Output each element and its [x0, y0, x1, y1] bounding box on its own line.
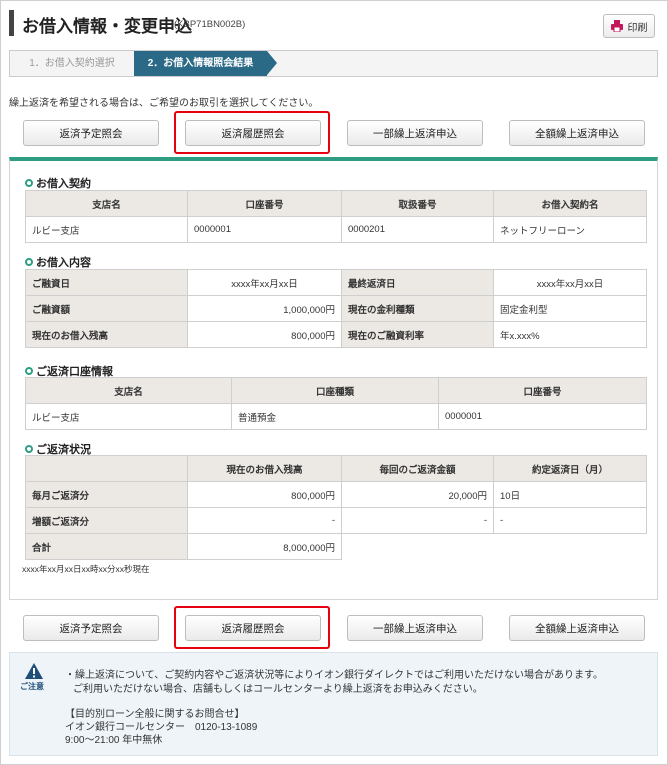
full-prepayment-button[interactable]: 全額繰上返済申込 [509, 120, 645, 146]
repayment-schedule-button[interactable]: 返済予定照会 [23, 615, 159, 641]
label-monthly: 毎月ご返済分 [25, 481, 188, 508]
label-total: 合計 [25, 533, 188, 560]
loan-details-table: ご融資日 xxxx年xx月xx日 最終返済日 xxxx年xx月xx日 ご融資額 … [25, 269, 647, 348]
cell-branch: ルビー支店 [25, 403, 232, 430]
page-header: お借入情報・変更申込 (KBP71BN002B) 印刷 [0, 0, 668, 50]
table-row: 合計 8,000,000円 [25, 533, 647, 560]
value-bonus-payment: - [341, 507, 494, 534]
header-branch: 支店名 [25, 190, 188, 217]
notice-line-1: ・繰上返済について、ご契約内容やご返済状況等によりイオン銀行ダイレクトではご利用… [65, 670, 603, 681]
step-indicator: 1．お借入契約選択 2．お借入情報照会結果 [9, 50, 658, 77]
print-button-label: 印刷 [627, 22, 648, 34]
section-title: お借入契約 [36, 178, 91, 190]
header-branch: 支店名 [25, 377, 232, 404]
value-final-payment-date: xxxx年xx月xx日 [493, 269, 647, 296]
step-2-active: 2．お借入情報照会結果 [134, 51, 277, 76]
table-row: ご融資日 xxxx年xx月xx日 最終返済日 xxxx年xx月xx日 [25, 269, 647, 296]
section-title: お借入内容 [36, 257, 91, 269]
header-payment-day: 約定返済日（月） [493, 455, 647, 482]
action-row-bottom: 返済予定照会 返済履歴照会 一部繰上返済申込 全額繰上返済申込 [0, 615, 668, 645]
table-row: 現在のお借入残高 800,000円 現在のご融資利率 年x.xxx% [25, 321, 647, 348]
label-balance: 現在のお借入残高 [25, 321, 188, 348]
value-bonus-balance: - [187, 507, 342, 534]
warning-icon [25, 663, 43, 679]
bullet-icon [25, 258, 33, 266]
cell-account-type: 普通預金 [231, 403, 439, 430]
cell-account-number: 0000001 [187, 216, 342, 243]
bullet-icon [25, 179, 33, 187]
print-button[interactable]: 印刷 [603, 14, 655, 38]
label-rate-type: 現在の金利種類 [341, 295, 494, 322]
notice-box: ご注意 ・繰上返済について、ご契約内容やご返済状況等によりイオン銀行ダイレクトで… [9, 652, 658, 756]
bullet-icon [25, 367, 33, 375]
cell-account-number: 0000001 [438, 403, 647, 430]
value-monthly-day: 10日 [493, 481, 647, 508]
header-account-number: 口座番号 [438, 377, 647, 404]
header-payment-amount: 毎回のご返済金額 [341, 455, 494, 482]
history-button-highlight [174, 606, 330, 649]
header-current-balance: 現在のお借入残高 [187, 455, 342, 482]
notice-line-2: ご利用いただけない場合、店舗もしくはコールセンターより繰上返済をお申込みください… [73, 684, 483, 695]
notice-label: ご注意 [20, 682, 44, 691]
header-handling-number: 取扱番号 [341, 190, 494, 217]
value-bonus-day: - [493, 507, 647, 534]
value-rate-type: 固定金利型 [493, 295, 647, 322]
repayment-status-table: 現在のお借入残高 毎回のご返済金額 約定返済日（月） 毎月ご返済分 800,00… [25, 455, 647, 560]
bullet-icon [25, 445, 33, 453]
label-final-payment-date: 最終返済日 [341, 269, 494, 296]
page-title: お借入情報・変更申込 [22, 17, 192, 36]
header-blank [25, 455, 188, 482]
value-balance: 800,000円 [187, 321, 342, 348]
table-row: ご融資額 1,000,000円 現在の金利種類 固定金利型 [25, 295, 647, 322]
loan-contract-table: 支店名 口座番号 取扱番号 お借入契約名 ルビー支店 0000001 00002… [25, 190, 647, 243]
label-loan-date: ご融資日 [25, 269, 188, 296]
section-loan-details: お借入内容 [25, 254, 91, 270]
notice-line-5: 9:00～21:00 年中無休 [65, 735, 163, 746]
screen-code: (KBP71BN002B) [174, 19, 246, 30]
action-row-top: 返済予定照会 返済履歴照会 一部繰上返済申込 全額繰上返済申込 [0, 120, 668, 150]
step-1: 1．お借入契約選択 [29, 58, 115, 69]
cell-contract-name: ネットフリーローン [493, 216, 647, 243]
repayment-account-table: 支店名 口座種類 口座番号 ルビー支店 普通預金 0000001 [25, 377, 647, 430]
cell-branch: ルビー支店 [25, 216, 188, 243]
printer-icon [610, 20, 623, 32]
table-row: ルビー支店 0000001 0000201 ネットフリーローン [25, 216, 647, 243]
label-bonus: 増額ご返済分 [25, 507, 188, 534]
value-interest-rate: 年x.xxx% [493, 321, 647, 348]
value-monthly-payment: 20,000円 [341, 481, 494, 508]
partial-prepayment-button[interactable]: 一部繰上返済申込 [347, 120, 483, 146]
table-row: 増額ご返済分 - - - [25, 507, 647, 534]
value-monthly-balance: 800,000円 [187, 481, 342, 508]
title-accent-bar [9, 10, 14, 36]
intro-text: 繰上返済を希望される場合は、ご希望のお取引を選択してください。 [9, 98, 319, 109]
value-total: 8,000,000円 [187, 533, 342, 560]
history-button-highlight [174, 111, 330, 154]
section-loan-contract: お借入契約 [25, 175, 91, 191]
value-loan-amount: 1,000,000円 [187, 295, 342, 322]
repayment-schedule-button[interactable]: 返済予定照会 [23, 120, 159, 146]
label-loan-amount: ご融資額 [25, 295, 188, 322]
table-row: 毎月ご返済分 800,000円 20,000円 10日 [25, 481, 647, 508]
table-row: ルビー支店 普通預金 0000001 [25, 403, 647, 430]
label-interest-rate: 現在のご融資利率 [341, 321, 494, 348]
cell-handling-number: 0000201 [341, 216, 494, 243]
full-prepayment-button[interactable]: 全額繰上返済申込 [509, 615, 645, 641]
header-account-number: 口座番号 [187, 190, 342, 217]
value-loan-date: xxxx年xx月xx日 [187, 269, 342, 296]
partial-prepayment-button[interactable]: 一部繰上返済申込 [347, 615, 483, 641]
header-contract-name: お借入契約名 [493, 190, 647, 217]
loan-info-panel: お借入契約 支店名 口座番号 取扱番号 お借入契約名 ルビー支店 0000001… [9, 157, 658, 600]
header-account-type: 口座種類 [231, 377, 439, 404]
as-of-timestamp: xxxx年xx月xx日xx時xx分xx秒現在 [22, 564, 150, 574]
